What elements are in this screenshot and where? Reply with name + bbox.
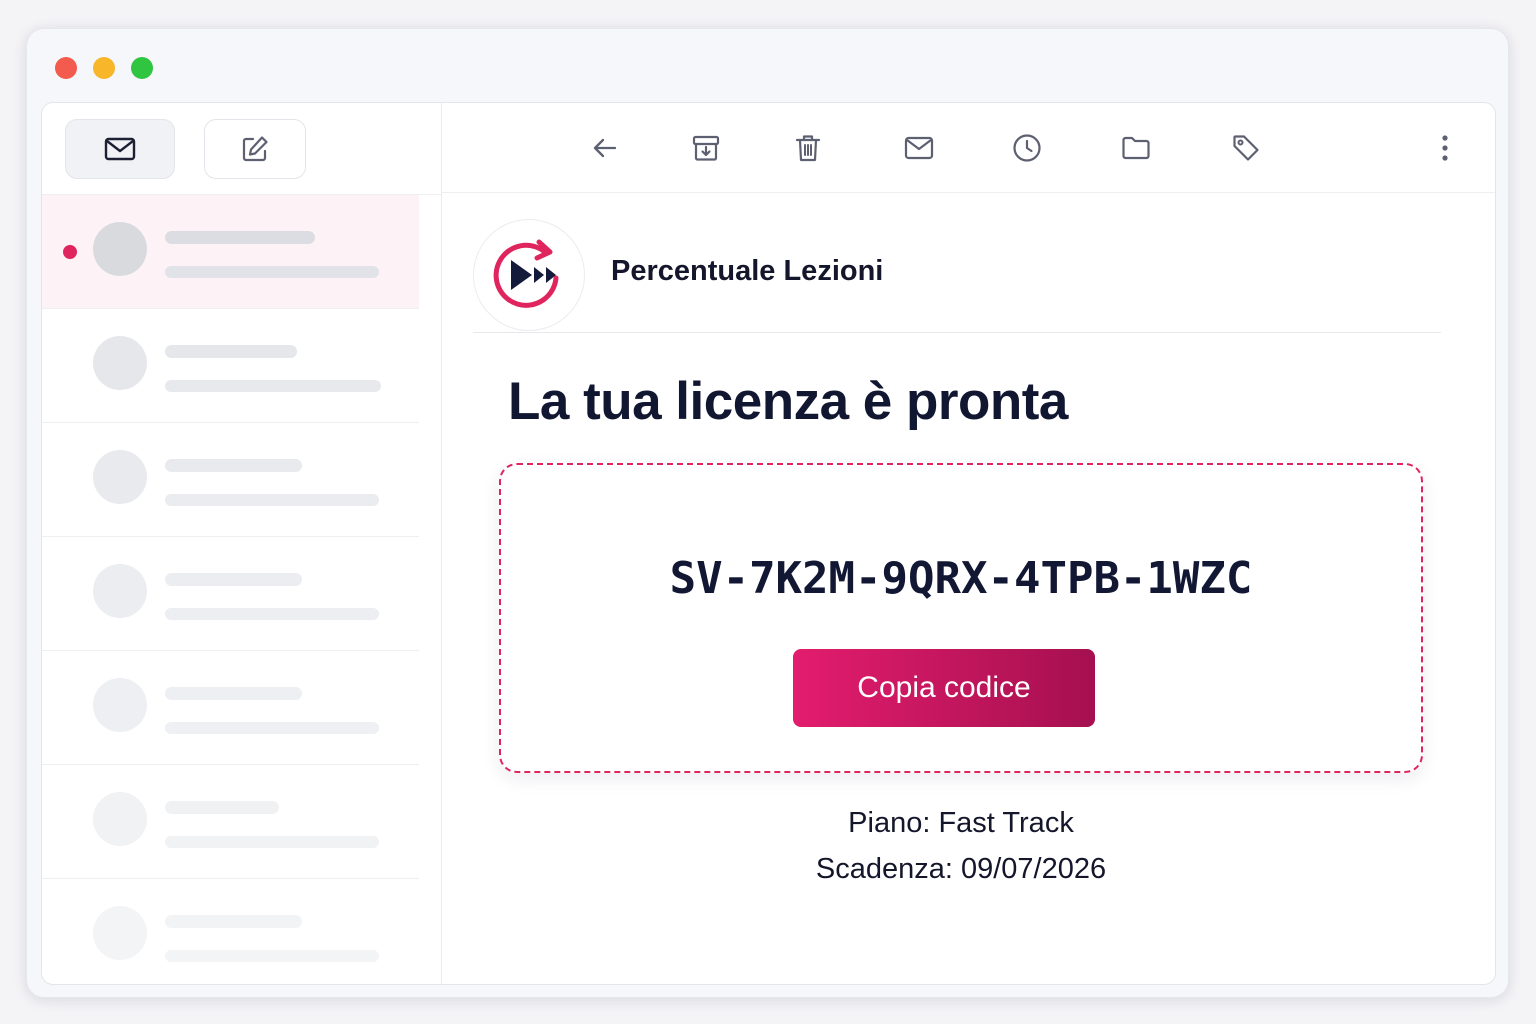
placeholder-line [165,801,279,814]
list-item[interactable] [42,765,419,879]
placeholder-line [165,722,379,734]
unread-dot [63,245,77,259]
list-item[interactable] [42,309,419,423]
list-item[interactable] [42,651,419,765]
avatar [93,564,147,618]
back-button[interactable] [588,131,622,165]
placeholder-line [165,950,379,962]
label-button[interactable] [1229,131,1263,165]
list-item[interactable] [42,879,419,984]
placeholder-line [165,687,302,700]
mark-unread-button[interactable] [902,131,936,165]
avatar [93,336,147,390]
archive-button[interactable] [689,131,723,165]
clock-icon [1013,134,1041,162]
tag-icon [1233,135,1259,161]
mail-icon [104,137,136,161]
more-vertical-icon [1442,135,1448,161]
folder-icon [1122,136,1150,160]
replay-fast-forward-logo [493,239,559,308]
sender-header: Percentuale Lezioni [473,219,1441,333]
avatar [93,792,147,846]
minimize-window-button[interactable] [93,57,115,79]
back-arrow-icon [593,138,617,158]
avatar [93,450,147,504]
message-toolbar [442,103,1495,193]
license-card: SV-7K2M-9QRX-4TPB-1WZC Copia codice [499,463,1423,773]
compose-button[interactable] [204,119,306,179]
maximize-window-button[interactable] [131,57,153,79]
placeholder-line [165,266,379,278]
sidebar-header [42,103,441,195]
sender-name: Percentuale Lezioni [611,255,884,287]
archive-icon [692,135,720,161]
list-item[interactable] [42,195,419,309]
avatar [93,222,147,276]
compose-icon [242,136,268,162]
placeholder-line [165,231,315,244]
sender-logo [473,219,585,331]
window-controls [55,57,153,79]
avatar [93,906,147,960]
placeholder-line [165,345,297,358]
message-pane: Percentuale Lezioni La tua licenza è pro… [442,103,1495,984]
license-code[interactable]: SV-7K2M-9QRX-4TPB-1WZC [501,553,1421,604]
trash-icon [795,135,821,162]
copy-code-button[interactable]: Copia codice [793,649,1095,727]
sidebar [42,103,442,984]
move-to-folder-button[interactable] [1119,131,1153,165]
plan-text: Piano: Fast Track [848,807,1074,839]
placeholder-line [165,915,302,928]
placeholder-line [165,494,379,506]
more-options-button[interactable] [1428,131,1462,165]
mail-icon [904,136,934,160]
expiry-text: Scadenza: 09/07/2026 [815,853,1107,885]
delete-button[interactable] [791,131,825,165]
placeholder-line [165,573,302,586]
snooze-button[interactable] [1010,131,1044,165]
close-window-button[interactable] [55,57,77,79]
placeholder-line [165,836,379,848]
placeholder-line [165,608,379,620]
inbox-button[interactable] [65,119,175,179]
placeholder-line [165,459,302,472]
mail-client: Percentuale Lezioni La tua licenza è pro… [41,102,1496,985]
list-item[interactable] [42,423,419,537]
avatar [93,678,147,732]
app-window: Percentuale Lezioni La tua licenza è pro… [26,28,1509,998]
page-title: La tua licenza è pronta [508,372,1068,431]
list-item[interactable] [42,537,419,651]
placeholder-line [165,380,381,392]
